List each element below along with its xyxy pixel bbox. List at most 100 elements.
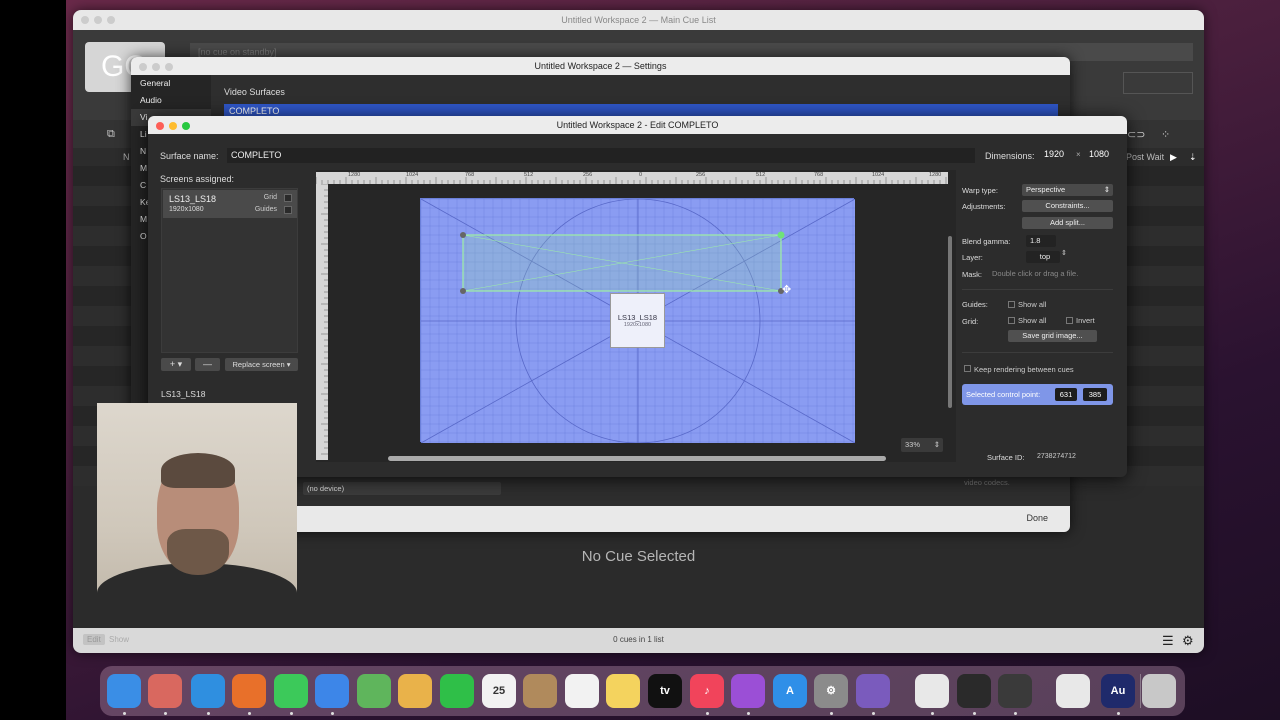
device-select[interactable]: (no device) xyxy=(303,482,501,495)
save-grid-image-button[interactable]: Save grid image... xyxy=(1008,330,1097,342)
left-letterbox xyxy=(0,0,66,720)
downloads-icon[interactable] xyxy=(1056,674,1090,708)
done-button[interactable]: Done xyxy=(1026,513,1048,523)
minimize-button[interactable] xyxy=(152,63,160,71)
ruler-label: 512 xyxy=(524,172,534,178)
control-point-x[interactable]: 631 xyxy=(1055,388,1077,401)
blend-gamma-input[interactable]: 1.8 xyxy=(1026,235,1056,247)
trash-icon[interactable] xyxy=(1142,674,1176,708)
height-input[interactable]: 1080 xyxy=(1089,149,1109,159)
photos-icon[interactable] xyxy=(398,674,432,708)
notes-icon[interactable] xyxy=(606,674,640,708)
sidebar-item-audio[interactable]: Audio xyxy=(131,92,211,109)
sidebar-item-general[interactable]: General xyxy=(131,75,211,92)
constraints-button[interactable]: Constraints... xyxy=(1022,200,1113,212)
mail-icon[interactable] xyxy=(315,674,349,708)
screen-resolution: 1920x1080 xyxy=(169,206,204,213)
add-split-button[interactable]: Add split... xyxy=(1022,217,1113,229)
keep-rendering-checkbox[interactable] xyxy=(964,365,971,372)
grid-checkbox[interactable] xyxy=(284,194,292,202)
mask-field[interactable]: Double click or drag a file. xyxy=(988,268,1113,280)
preview-icon[interactable] xyxy=(915,674,949,708)
firefox-icon[interactable] xyxy=(232,674,266,708)
ruler-label: 1024 xyxy=(872,172,885,178)
video-surfaces-heading: Video Surfaces xyxy=(224,87,285,97)
layer-stepper-icon[interactable]: ⇕ xyxy=(1061,249,1067,257)
music-icon[interactable]: ♪ xyxy=(690,674,724,708)
calculator-icon[interactable] xyxy=(998,674,1032,708)
edit-titlebar[interactable]: Untitled Workspace 2 - Edit COMPLETO xyxy=(148,116,1127,134)
link-icon[interactable]: ⊂⊃ xyxy=(1127,128,1145,141)
right-panel: Warp type: Perspective ⇕ Adjustments: Con… xyxy=(962,176,1122,466)
width-input[interactable]: 1920 xyxy=(1044,149,1064,159)
gear-icon[interactable]: ⚙ xyxy=(1182,633,1194,649)
grid-icon[interactable]: ⁘ xyxy=(1161,128,1173,141)
control-point-y[interactable]: 385 xyxy=(1083,388,1107,401)
replace-screen-button[interactable]: Replace screen ▾ xyxy=(225,358,298,371)
list-icon[interactable]: ☰ xyxy=(1162,633,1174,649)
guides-show-all-label: Show all xyxy=(1018,300,1047,309)
horizontal-scrollbar[interactable] xyxy=(388,456,886,461)
screen-box[interactable]: LS13_LS18 1920x1080 xyxy=(610,293,665,348)
chevron-right-icon[interactable]: ▶ xyxy=(1170,152,1177,163)
divider xyxy=(962,352,1113,353)
appstore-icon[interactable]: A xyxy=(773,674,807,708)
close-button[interactable] xyxy=(81,16,89,24)
qlab-icon[interactable] xyxy=(856,674,890,708)
system-preferences-icon[interactable]: ⚙ xyxy=(814,674,848,708)
surface-name-input[interactable]: COMPLETO xyxy=(227,148,975,163)
video-surface-preview[interactable]: LS13_LS18 1920x1080 xyxy=(420,198,855,443)
person-hair xyxy=(161,453,235,488)
safari-icon[interactable] xyxy=(191,674,225,708)
settings-title: Untitled Workspace 2 — Settings xyxy=(534,61,667,71)
adjustments-label: Adjustments: xyxy=(962,202,1006,211)
maps-icon[interactable] xyxy=(357,674,391,708)
running-indicator xyxy=(747,712,750,715)
zoom-select[interactable]: 33% ⇕ xyxy=(901,438,943,452)
obs-icon[interactable] xyxy=(957,674,991,708)
ruler-label: 1280 xyxy=(929,172,942,178)
vertical-scrollbar[interactable] xyxy=(948,236,952,408)
close-button[interactable] xyxy=(139,63,147,71)
warp-type-select[interactable]: Perspective ⇕ xyxy=(1022,184,1113,196)
notes-field[interactable] xyxy=(1123,72,1193,94)
copy-icon[interactable]: ⧉ xyxy=(107,128,119,140)
zoom-button[interactable] xyxy=(107,16,115,24)
settings-titlebar[interactable]: Untitled Workspace 2 — Settings xyxy=(131,57,1070,75)
launchpad-icon[interactable] xyxy=(148,674,182,708)
continue-icon[interactable]: ⇣ xyxy=(1189,152,1197,163)
left-ruler-ticks xyxy=(321,184,328,455)
ruler-label: 0 xyxy=(639,172,643,178)
control-rect xyxy=(460,231,785,294)
contacts-icon[interactable] xyxy=(523,674,557,708)
messages-icon[interactable] xyxy=(274,674,308,708)
finder-icon[interactable] xyxy=(107,674,141,708)
layer-input[interactable]: top xyxy=(1026,251,1060,263)
add-screen-button[interactable]: + ▾ xyxy=(161,358,191,371)
col-post-wait[interactable]: Post Wait xyxy=(1126,152,1164,162)
minimize-button[interactable] xyxy=(94,16,102,24)
person-beard xyxy=(167,529,229,575)
podcasts-icon[interactable] xyxy=(731,674,765,708)
main-window-titlebar[interactable]: Untitled Workspace 2 — Main Cue List xyxy=(73,10,1204,30)
close-button[interactable] xyxy=(156,122,164,130)
running-indicator xyxy=(290,712,293,715)
reminders-icon[interactable] xyxy=(565,674,599,708)
screen-item[interactable]: LS13_LS18 1920x1080 Grid Guides xyxy=(163,190,297,218)
main-footer: Edit Show 0 cues in 1 list ☰ ⚙ xyxy=(73,628,1204,653)
zoom-button[interactable] xyxy=(182,122,190,130)
remove-screen-button[interactable]: — xyxy=(195,358,220,371)
cue-count: 0 cues in 1 list xyxy=(613,635,664,644)
facetime-icon[interactable] xyxy=(440,674,474,708)
audition-icon[interactable]: Au xyxy=(1101,674,1135,708)
guides-show-all-checkbox[interactable] xyxy=(1008,301,1015,308)
zoom-button[interactable] xyxy=(165,63,173,71)
running-indicator xyxy=(931,712,934,715)
grid-invert-label: Invert xyxy=(1076,316,1095,325)
guides-checkbox[interactable] xyxy=(284,206,292,214)
calendar-icon[interactable]: 25 xyxy=(482,674,516,708)
grid-invert-checkbox[interactable] xyxy=(1066,317,1073,324)
minimize-button[interactable] xyxy=(169,122,177,130)
grid-show-all-checkbox[interactable] xyxy=(1008,317,1015,324)
appletv-icon[interactable]: tv xyxy=(648,674,682,708)
